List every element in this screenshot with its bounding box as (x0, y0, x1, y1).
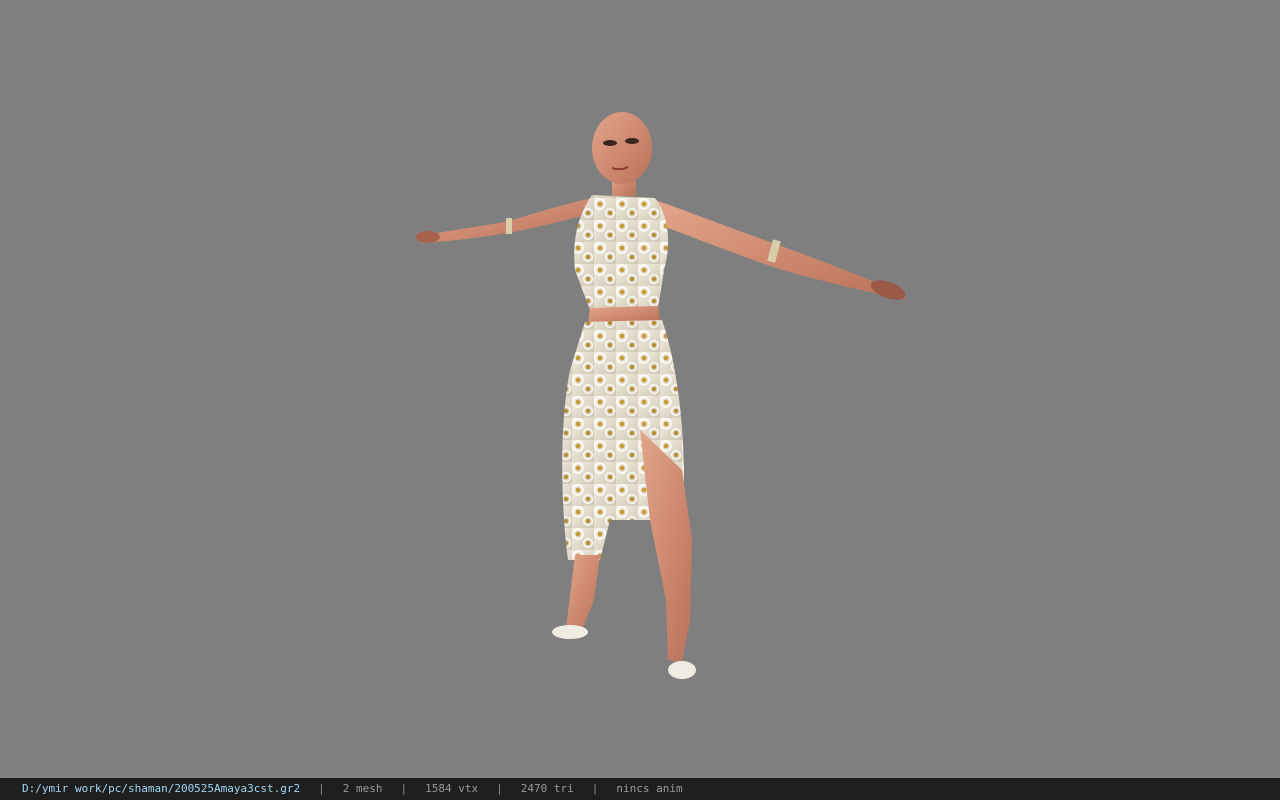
head (592, 112, 652, 184)
triangle-count: 2470 tri (520, 782, 574, 795)
right-arm (655, 200, 906, 300)
character-model (416, 112, 906, 679)
separator: | (496, 782, 503, 795)
left-hand (416, 231, 440, 243)
right-hand (870, 280, 906, 300)
separator: | (591, 782, 599, 795)
left-shoe (552, 625, 588, 639)
right-shoe (668, 661, 696, 679)
status-bar: D:/ymir work/pc/shaman/200525Amaya3cst.g… (0, 778, 1280, 800)
3d-viewport[interactable] (0, 0, 1280, 778)
right-leg (640, 430, 692, 662)
animation-status: nincs anim (616, 782, 683, 795)
dress-top (574, 195, 669, 310)
left-leg (566, 555, 600, 630)
separator: | (400, 782, 408, 795)
mesh-count: 2 mesh (342, 782, 383, 795)
vertex-count: 1584 vtx (425, 782, 479, 795)
file-path: D:/ymir work/pc/shaman/200525Amaya3cst.g… (22, 782, 301, 795)
separator: | (318, 782, 325, 795)
